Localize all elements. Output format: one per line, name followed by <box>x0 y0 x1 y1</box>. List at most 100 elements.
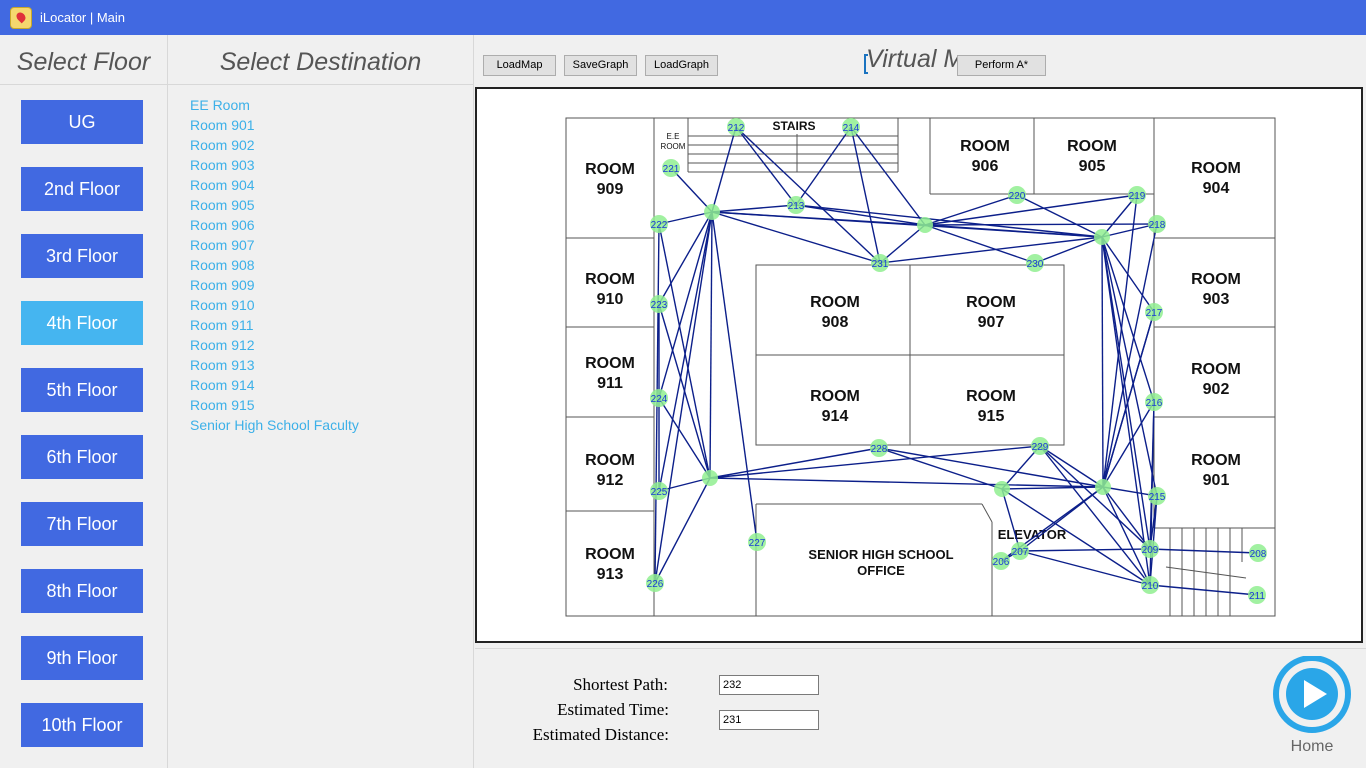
graph-node-label: 217 <box>1146 308 1163 319</box>
save-graph-button[interactable]: SaveGraph <box>564 55 637 76</box>
graph-node-hub[interactable] <box>704 204 720 220</box>
graph-node[interactable]: 207 <box>1011 542 1029 560</box>
graph-node[interactable]: 219 <box>1128 186 1146 204</box>
room-904-label-2: 904 <box>1203 180 1230 197</box>
room-904-label-1: ROOM <box>1191 160 1241 177</box>
graph-node-label: 227 <box>749 538 766 549</box>
graph-node-label: 218 <box>1149 220 1166 231</box>
graph-node[interactable]: 225 <box>650 482 668 500</box>
app-logo-icon <box>10 6 32 29</box>
room-902-label-2: 902 <box>1203 381 1230 398</box>
destination-item[interactable]: Room 901 <box>190 115 359 135</box>
floor-button-4th[interactable]: 4th Floor <box>21 301 143 345</box>
floor-button-5th[interactable]: 5th Floor <box>21 368 143 412</box>
destination-item[interactable]: Room 911 <box>190 315 359 335</box>
floor-button-ug[interactable]: UG <box>21 100 143 144</box>
floor-button-7th[interactable]: 7th Floor <box>21 502 143 546</box>
room-908-label-1: ROOM <box>810 294 860 311</box>
room-908-label-2: 908 <box>822 314 849 331</box>
room-911-label-2: 911 <box>597 375 623 392</box>
graph-edge <box>709 477 1104 488</box>
floor-plan: ROOM 909 ROOM 910 ROOM 911 ROOM 912 ROOM… <box>565 117 1276 617</box>
graph-node-hub[interactable] <box>917 217 933 233</box>
select-floor-heading: Select Floor <box>0 35 167 85</box>
graph-edge <box>1101 236 1155 403</box>
graph-node-label: 209 <box>1142 545 1159 556</box>
destination-item[interactable]: Room 906 <box>190 215 359 235</box>
graph-node[interactable]: 216 <box>1145 393 1163 411</box>
destination-item[interactable]: Room 908 <box>190 255 359 275</box>
graph-node[interactable]: 206 <box>992 552 1010 570</box>
graph-node-label: 206 <box>993 557 1010 568</box>
graph-node[interactable]: 229 <box>1031 437 1049 455</box>
floor-button-3rd[interactable]: 3rd Floor <box>21 234 143 278</box>
graph-node[interactable]: 220 <box>1008 186 1026 204</box>
graph-node[interactable]: 209 <box>1141 540 1159 558</box>
graph-node[interactable]: 213 <box>787 196 805 214</box>
floor-button-6th[interactable]: 6th Floor <box>21 435 143 479</box>
graph-node[interactable]: 212 <box>727 118 745 136</box>
room-915-label-1: ROOM <box>966 388 1016 405</box>
room-914-label-1: ROOM <box>810 388 860 405</box>
graph-node[interactable]: 208 <box>1249 544 1267 562</box>
graph-node-hub[interactable] <box>702 470 718 486</box>
graph-node[interactable]: 217 <box>1145 303 1163 321</box>
graph-node[interactable]: 221 <box>662 159 680 177</box>
destination-item[interactable]: Room 912 <box>190 335 359 355</box>
destination-item[interactable]: Senior High School Faculty <box>190 415 359 435</box>
graph-node[interactable]: 224 <box>650 389 668 407</box>
home-button[interactable]: Home <box>1272 655 1352 756</box>
destination-item[interactable]: Room 915 <box>190 395 359 415</box>
floor-button-2nd[interactable]: 2nd Floor <box>21 167 143 211</box>
room-903-label-1: ROOM <box>1191 271 1241 288</box>
graph-edge <box>709 447 880 479</box>
destination-item[interactable]: Room 907 <box>190 235 359 255</box>
graph-edge <box>1101 236 1104 488</box>
floor-button-10th[interactable]: 10th Floor <box>21 703 143 747</box>
load-map-button[interactable]: LoadMap <box>483 55 556 76</box>
graph-node[interactable]: 222 <box>650 215 668 233</box>
destination-item[interactable]: Room 910 <box>190 295 359 315</box>
graph-node[interactable]: 214 <box>842 118 860 136</box>
room-914-label-2: 914 <box>822 408 849 425</box>
shortest-path-field[interactable]: 232 <box>719 675 819 695</box>
shortest-path-label: Shortest Path: <box>573 675 668 694</box>
destination-item[interactable]: Room 904 <box>190 175 359 195</box>
graph-edge <box>850 126 881 264</box>
room-901-label-2: 901 <box>1203 472 1230 489</box>
graph-node[interactable]: 231 <box>871 254 889 272</box>
graph-node[interactable]: 218 <box>1148 215 1166 233</box>
destination-item[interactable]: Room 903 <box>190 155 359 175</box>
graph-node[interactable]: 228 <box>870 439 888 457</box>
destination-item[interactable]: Room 909 <box>190 275 359 295</box>
graph-node[interactable]: 223 <box>650 295 668 313</box>
graph-node[interactable]: 230 <box>1026 254 1044 272</box>
destination-item[interactable]: Room 905 <box>190 195 359 215</box>
room-915-label-2: 915 <box>978 408 1005 425</box>
graph-node-hub[interactable] <box>1094 229 1110 245</box>
graph-node-hub[interactable] <box>1095 479 1111 495</box>
graph-node[interactable]: 211 <box>1248 586 1266 604</box>
graph-node-label: 215 <box>1149 492 1166 503</box>
graph-edge <box>1019 550 1151 586</box>
graph-node[interactable]: 227 <box>748 533 766 551</box>
room-909-label-2: 909 <box>597 181 624 198</box>
destination-item[interactable]: Room 914 <box>190 375 359 395</box>
graph-node[interactable]: 226 <box>646 574 664 592</box>
graph-node[interactable]: 215 <box>1148 487 1166 505</box>
perform-astar-button[interactable]: Perform A* <box>957 55 1046 76</box>
graph-node-hub[interactable] <box>994 481 1010 497</box>
graph-edge <box>709 211 713 479</box>
virtual-map[interactable]: ROOM 909 ROOM 910 ROOM 911 ROOM 912 ROOM… <box>475 87 1363 643</box>
destination-item[interactable]: EE Room <box>190 95 359 115</box>
destination-item[interactable]: Room 902 <box>190 135 359 155</box>
graph-node-label: 228 <box>871 444 888 455</box>
graph-edges <box>654 126 1259 596</box>
destination-item[interactable]: Room 913 <box>190 355 359 375</box>
graph-node[interactable]: 210 <box>1141 576 1159 594</box>
window-title: iLocator | Main <box>40 10 126 25</box>
floor-button-9th[interactable]: 9th Floor <box>21 636 143 680</box>
load-graph-button[interactable]: LoadGraph <box>645 55 718 76</box>
estimated-time-field[interactable]: 231 <box>719 710 819 730</box>
floor-button-8th[interactable]: 8th Floor <box>21 569 143 613</box>
